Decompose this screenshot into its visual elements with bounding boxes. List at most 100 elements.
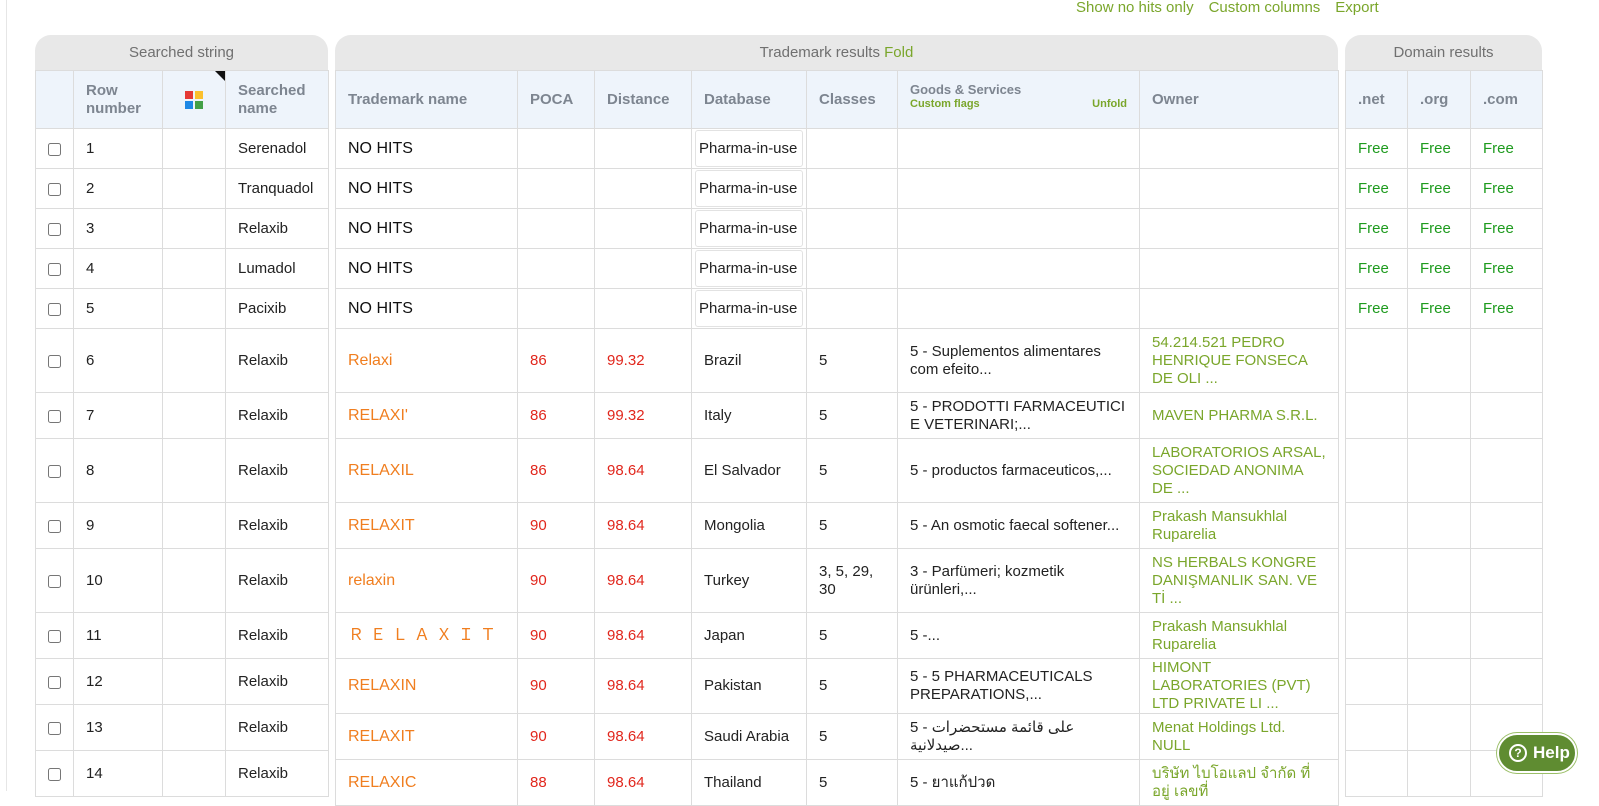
row-checkbox[interactable] [48,355,61,368]
row-checkbox[interactable] [48,520,61,533]
color-flag-cell[interactable] [163,209,226,249]
color-flag-cell[interactable] [163,249,226,289]
goods-services-cell[interactable]: 5 -... [898,613,1140,659]
owner-cell[interactable] [1140,169,1339,209]
row-checkbox[interactable] [48,223,61,236]
color-flag-cell[interactable] [163,393,226,439]
goods-services-cell[interactable]: 5 - PRODOTTI FARMACEUTICI E VETERINARI;.… [898,393,1140,439]
goods-services-cell[interactable]: 5 - ยาแก้ปวด [898,760,1140,806]
owner-header[interactable]: Owner [1140,71,1339,129]
owner-cell[interactable] [1140,289,1339,329]
color-flag-cell[interactable] [163,659,226,705]
searched-name-header[interactable]: Searched name [226,71,329,129]
color-flag-cell[interactable] [163,329,226,393]
trademark-name-cell[interactable]: RELAXIL [336,439,518,503]
owner-cell[interactable]: MAVEN PHARMA S.R.L. [1140,393,1339,439]
distance-header[interactable]: Distance [595,71,692,129]
domain-com-cell[interactable]: Free [1471,249,1543,289]
show-no-hits-link[interactable]: Show no hits only [1076,0,1194,18]
owner-cell[interactable] [1140,249,1339,289]
goods-services-cell[interactable]: 5 - Suplementos alimentares com efeito..… [898,329,1140,393]
row-checkbox[interactable] [48,183,61,196]
color-flag-cell[interactable] [163,169,226,209]
color-flag-cell[interactable] [163,503,226,549]
goods-services-cell[interactable] [898,289,1140,329]
trademark-name-cell[interactable]: RELAXIT [336,714,518,760]
owner-cell[interactable]: Prakash Mansukhlal Ruparelia [1140,613,1339,659]
custom-flags-link[interactable]: Custom flags [910,98,980,110]
domain-org-cell[interactable]: Free [1408,289,1471,329]
owner-cell[interactable]: NS HERBALS KONGRE DANIŞMANLIK SAN. VE Tİ… [1140,549,1339,613]
row-checkbox[interactable] [48,143,61,156]
domain-com-cell[interactable]: Free [1471,289,1543,329]
owner-cell[interactable] [1140,129,1339,169]
classes-header[interactable]: Classes [807,71,898,129]
trademark-name-cell[interactable]: relaxin [336,549,518,613]
net-header[interactable]: .net [1346,71,1408,129]
domain-com-cell[interactable]: Free [1471,209,1543,249]
domain-org-cell[interactable]: Free [1408,129,1471,169]
color-flag-cell[interactable] [163,129,226,169]
row-checkbox[interactable] [48,263,61,276]
goods-services-cell[interactable]: 5 - 5 PHARMACEUTICALS PREPARATIONS,... [898,659,1140,714]
owner-cell[interactable]: 54.214.521 PEDRO HENRIQUE FONSECA DE OLI… [1140,329,1339,393]
trademark-name-cell[interactable]: ＲＥＬＡＸＩＴ [336,613,518,659]
goods-services-label[interactable]: Goods & Services [910,83,1127,97]
goods-services-cell[interactable]: 5 - على قائمة مستحضرات صيدلانية... [898,714,1140,760]
owner-cell[interactable]: Menat Holdings Ltd. NULL [1140,714,1339,760]
database-header[interactable]: Database [692,71,807,129]
owner-cell[interactable] [1140,209,1339,249]
owner-cell[interactable]: HIMONT LABORATORIES (PVT) LTD PRIVATE LI… [1140,659,1339,714]
owner-cell[interactable]: บริษัท ไบโอแลป จำกัด ที่อยู่ เลขที่ [1140,760,1339,806]
goods-services-cell[interactable] [898,129,1140,169]
trademark-name-cell[interactable]: RELAXIN [336,659,518,714]
domain-net-cell[interactable]: Free [1346,169,1408,209]
row-checkbox[interactable] [48,465,61,478]
unfold-link[interactable]: Unfold [1092,98,1127,110]
goods-services-cell[interactable]: 5 - productos farmaceuticos,... [898,439,1140,503]
help-button[interactable]: ? Help [1497,733,1577,773]
goods-services-cell[interactable] [898,249,1140,289]
domain-org-cell[interactable]: Free [1408,209,1471,249]
export-link[interactable]: Export [1335,0,1378,18]
color-flag-cell[interactable] [163,705,226,751]
goods-services-cell[interactable] [898,169,1140,209]
trademark-name-cell[interactable]: Relaxi [336,329,518,393]
color-flag-cell[interactable] [163,439,226,503]
domain-net-cell[interactable]: Free [1346,129,1408,169]
goods-services-cell[interactable]: 3 - Parfümeri; kozmetik ürünleri,... [898,549,1140,613]
custom-columns-link[interactable]: Custom columns [1209,0,1321,18]
goods-services-cell[interactable]: 5 - An osmotic faecal softener... [898,503,1140,549]
trademark-name-cell[interactable]: RELAXI' [336,393,518,439]
row-checkbox[interactable] [48,303,61,316]
domain-com-cell[interactable]: Free [1471,169,1543,209]
com-header[interactable]: .com [1471,71,1543,129]
domain-net-cell[interactable]: Free [1346,209,1408,249]
row-checkbox[interactable] [48,630,61,643]
goods-services-cell[interactable] [898,209,1140,249]
domain-net-cell[interactable]: Free [1346,249,1408,289]
row-checkbox[interactable] [48,676,61,689]
color-flag-cell[interactable] [163,549,226,613]
owner-cell[interactable]: Prakash Mansukhlal Ruparelia [1140,503,1339,549]
color-flag-cell[interactable] [163,613,226,659]
trademark-name-header[interactable]: Trademark name [336,71,518,129]
trademark-name-cell[interactable]: RELAXIC [336,760,518,806]
fold-link[interactable]: Fold [884,44,913,61]
domain-net-cell[interactable]: Free [1346,289,1408,329]
color-flag-cell[interactable] [163,751,226,797]
domain-com-cell[interactable]: Free [1471,129,1543,169]
row-checkbox[interactable] [48,768,61,781]
color-flag-cell[interactable] [163,289,226,329]
row-checkbox[interactable] [48,575,61,588]
color-flag-header[interactable] [163,71,226,129]
row-checkbox[interactable] [48,722,61,735]
row-checkbox[interactable] [48,410,61,423]
org-header[interactable]: .org [1408,71,1471,129]
owner-cell[interactable]: LABORATORIOS ARSAL, SOCIEDAD ANONIMA DE … [1140,439,1339,503]
trademark-name-cell[interactable]: RELAXIT [336,503,518,549]
domain-org-cell[interactable]: Free [1408,169,1471,209]
row-number-header[interactable]: Row number [74,71,163,129]
poca-header[interactable]: POCA [518,71,595,129]
domain-org-cell[interactable]: Free [1408,249,1471,289]
